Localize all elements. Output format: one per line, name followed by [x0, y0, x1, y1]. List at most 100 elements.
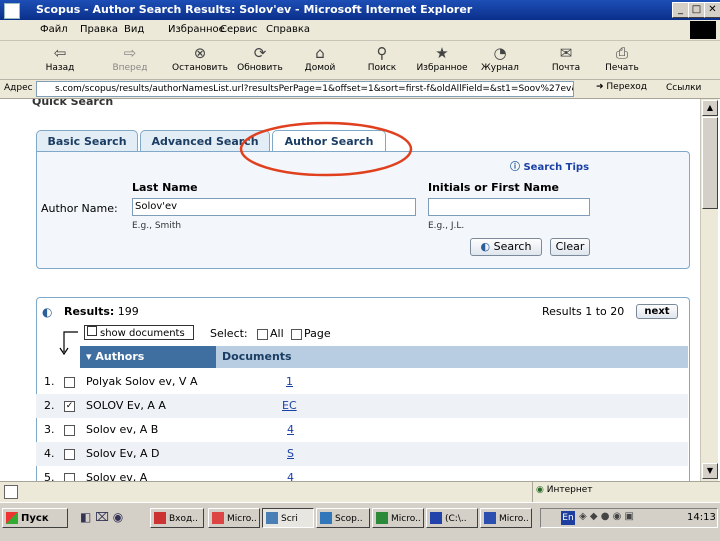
scroll-up-icon[interactable]: ▲: [702, 100, 718, 116]
documents-column-header[interactable]: Documents: [216, 346, 688, 368]
refresh-button[interactable]: ⟳ Обновить: [230, 42, 290, 78]
mail-button[interactable]: ✉ Почта: [536, 42, 596, 78]
taskbar-item[interactable]: Micro..: [480, 508, 532, 528]
search-submit-button[interactable]: ◐ Search: [470, 238, 542, 256]
quick-search-label: Quick Search: [32, 99, 114, 108]
print-button[interactable]: ⎙ Печать: [592, 42, 652, 78]
results-range: Results 1 to 20: [542, 305, 625, 318]
last-name-input[interactable]: Solov'ev: [132, 198, 416, 216]
taskbar-item[interactable]: Scri: [262, 508, 314, 528]
stop-button[interactable]: ⊗ Остановить: [170, 42, 230, 78]
menu-tools[interactable]: Сервис: [220, 24, 257, 35]
address-label: Адрес: [4, 83, 33, 93]
first-name-input[interactable]: [428, 198, 590, 216]
first-name-hint: E.g., J.L.: [428, 221, 465, 231]
menu-edit[interactable]: Правка: [80, 24, 118, 35]
row-number: 4.: [44, 447, 55, 460]
help-icon: ⓘ: [510, 162, 520, 173]
menu-file[interactable]: Файл: [40, 24, 68, 35]
document-count-link[interactable]: 1: [286, 375, 293, 388]
search-tips-link[interactable]: ⓘ Search Tips: [510, 158, 589, 173]
address-url: s.com/scopus/results/authorNamesList.url…: [55, 84, 574, 94]
home-button[interactable]: ⌂ Домой: [290, 42, 350, 78]
last-name-hint: E.g., Smith: [132, 221, 182, 231]
taskbar-item[interactable]: Scop..: [316, 508, 370, 528]
windows-flag-icon: [6, 512, 18, 524]
search-icon: ⚲: [376, 44, 388, 62]
excel-icon: [376, 512, 388, 524]
language-indicator[interactable]: En: [561, 511, 575, 525]
app-icon: [154, 512, 166, 524]
history-icon: ◔: [493, 44, 507, 62]
home-icon: ⌂: [315, 44, 325, 62]
document-count-link[interactable]: 4: [287, 423, 294, 436]
status-bar: ◉ Интернет: [0, 481, 720, 502]
history-button[interactable]: ◔ Журнал: [470, 42, 530, 78]
forward-button[interactable]: ⇨ Вперед: [100, 42, 160, 78]
document-icon: [87, 326, 97, 336]
select-label: Select:: [210, 327, 248, 340]
word-icon: [484, 512, 496, 524]
windows-logo-icon: [690, 21, 716, 39]
menu-help[interactable]: Справка: [266, 24, 310, 35]
start-button[interactable]: Пуск: [2, 508, 68, 528]
document-count-link[interactable]: S: [287, 447, 294, 460]
last-name-label: Last Name: [132, 181, 198, 194]
folder-icon: [430, 512, 442, 524]
search-button[interactable]: ⚲ Поиск: [352, 42, 412, 78]
back-arrow-icon: ⇦: [53, 44, 67, 62]
row-number: 3.: [44, 423, 55, 436]
ie-logo-icon: [4, 3, 20, 19]
author-name[interactable]: Solov Ev, A D: [86, 447, 159, 460]
vertical-scrollbar[interactable]: ▲ ▼: [700, 99, 718, 481]
next-button[interactable]: next: [636, 304, 678, 319]
author-name[interactable]: Polyak Solov ev, V A: [86, 375, 197, 388]
close-button[interactable]: ✕: [704, 2, 720, 18]
mail-icon: ✉: [559, 44, 573, 62]
taskbar-item[interactable]: Вход..: [150, 508, 204, 528]
tab-basic-search[interactable]: Basic Search: [36, 130, 138, 153]
stop-icon: ⊗: [193, 44, 207, 62]
minimize-button[interactable]: _: [672, 2, 689, 18]
go-button[interactable]: ➜ Переход: [596, 82, 647, 92]
annotation-ellipse: [239, 121, 413, 177]
maximize-button[interactable]: □: [688, 2, 705, 18]
author-name[interactable]: SOLOV Ev, A A: [86, 399, 166, 412]
window-title: Scopus - Author Search Results: Solov'ev…: [36, 3, 473, 16]
taskbar-item[interactable]: Micro..: [372, 508, 424, 528]
row-checkbox[interactable]: [64, 425, 75, 436]
taskbar: Пуск ◧ ⌧ ◉ Вход.. Micro.. Scri Scop.. Mi…: [0, 502, 720, 541]
taskbar-item[interactable]: Micro..: [208, 508, 260, 528]
title-bar: Scopus - Author Search Results: Solov'ev…: [0, 0, 720, 20]
document-count-link[interactable]: EC: [282, 399, 297, 412]
authors-column-header[interactable]: ▾ Authors: [80, 346, 216, 368]
favorites-button[interactable]: ★ Избранное: [412, 42, 472, 78]
forward-arrow-icon: ⇨: [123, 44, 137, 62]
menu-view[interactable]: Вид: [124, 24, 144, 35]
select-all-label: All: [270, 327, 284, 340]
author-name-label: Author Name:: [41, 202, 118, 215]
row-checkbox[interactable]: [64, 377, 75, 388]
quick-launch-icons[interactable]: ◧ ⌧ ◉: [80, 510, 123, 524]
links-label[interactable]: Ссылки: [666, 83, 701, 93]
clear-button[interactable]: Clear: [550, 238, 590, 256]
select-page-label: Page: [304, 327, 331, 340]
first-name-label: Initials or First Name: [428, 181, 560, 194]
address-input[interactable]: s.com/scopus/results/authorNamesList.url…: [36, 81, 574, 97]
scroll-down-icon[interactable]: ▼: [702, 463, 718, 479]
scopus-logo-icon: ◐: [480, 240, 491, 253]
page-icon: [4, 485, 18, 499]
back-button[interactable]: ⇦ Назад: [30, 42, 90, 78]
clock: 14:13: [687, 512, 716, 523]
row-checkbox[interactable]: ✓: [64, 401, 75, 412]
tray-icons[interactable]: ◈ ◆ ● ◉ ▣: [579, 511, 634, 522]
menu-favorites[interactable]: Избранное: [168, 24, 225, 35]
select-all-checkbox[interactable]: [257, 329, 268, 340]
scroll-thumb[interactable]: [702, 117, 718, 209]
show-documents-button[interactable]: show documents: [84, 325, 194, 340]
row-checkbox[interactable]: [64, 449, 75, 460]
taskbar-item[interactable]: (C:\..: [426, 508, 478, 528]
system-tray: En ◈ ◆ ● ◉ ▣ 14:13: [540, 508, 718, 528]
select-page-checkbox[interactable]: [291, 329, 302, 340]
author-name[interactable]: Solov ev, A B: [86, 423, 158, 436]
